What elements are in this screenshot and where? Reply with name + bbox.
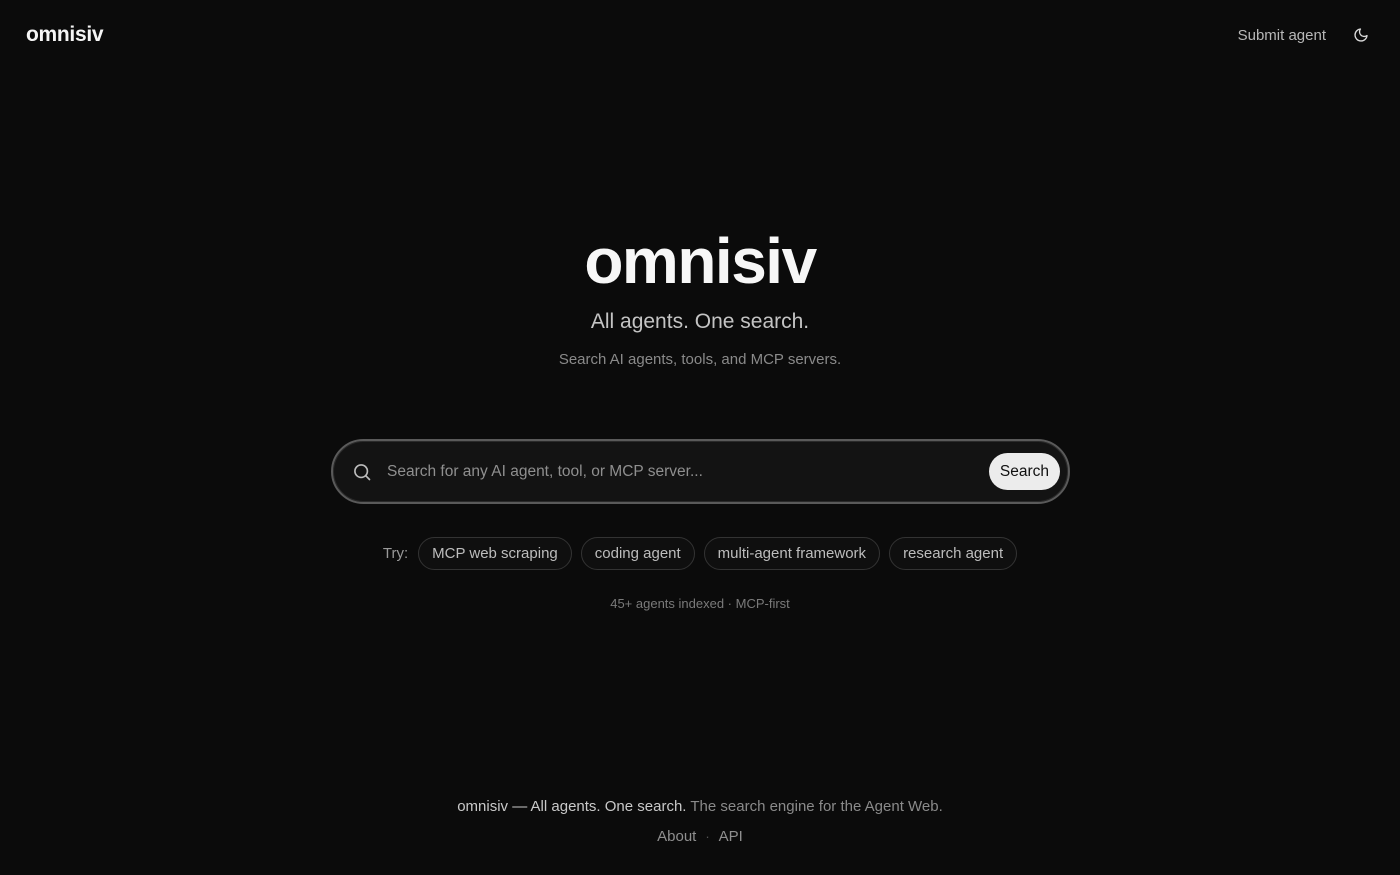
footer: omnisiv — All agents. One search. The se…: [0, 797, 1400, 845]
suggestion-chips: Try: MCP web scraping coding agent multi…: [0, 537, 1400, 570]
hero-tagline: All agents. One search.: [590, 310, 810, 333]
index-stats: 45+ agents indexed · MCP-first: [610, 596, 790, 611]
search-button[interactable]: Search: [988, 453, 1060, 490]
search-icon: [351, 461, 373, 483]
moon-icon: [1354, 28, 1368, 42]
footer-brand-text: omnisiv — All agents. One search.: [457, 798, 687, 815]
suggestion-chip-mcp-web-scraping[interactable]: MCP web scraping: [418, 537, 572, 570]
search-bar: Search: [331, 439, 1070, 504]
hero-title: omnisiv: [584, 225, 817, 297]
header-actions: Submit agent: [1238, 22, 1374, 48]
hero-subtitle: Search AI agents, tools, and MCP servers…: [558, 351, 842, 368]
footer-link-about[interactable]: About: [657, 828, 696, 845]
submit-agent-link[interactable]: Submit agent: [1238, 27, 1326, 44]
brand-logo-link[interactable]: omnisiv: [26, 23, 104, 47]
page: omnisiv Submit agent omnisiv All agents.…: [0, 0, 1400, 875]
suggestion-chip-research-agent[interactable]: research agent: [889, 537, 1018, 570]
footer-link-api[interactable]: API: [719, 828, 743, 845]
footer-separator: ·: [705, 829, 710, 844]
search-input[interactable]: [387, 462, 989, 481]
suggestion-chip-multi-agent-framework[interactable]: multi-agent framework: [703, 537, 881, 570]
footer-links: About · API: [0, 828, 1400, 845]
footer-tagline: omnisiv — All agents. One search. The se…: [0, 797, 1400, 817]
hero-section: omnisiv All agents. One search. Search A…: [0, 222, 1400, 370]
theme-toggle-button[interactable]: [1348, 22, 1374, 48]
footer-description: The search engine for the Agent Web.: [686, 798, 943, 815]
top-nav: omnisiv Submit agent: [0, 0, 1400, 70]
suggestion-chip-coding-agent[interactable]: coding agent: [580, 537, 695, 570]
try-label: Try:: [382, 545, 409, 562]
